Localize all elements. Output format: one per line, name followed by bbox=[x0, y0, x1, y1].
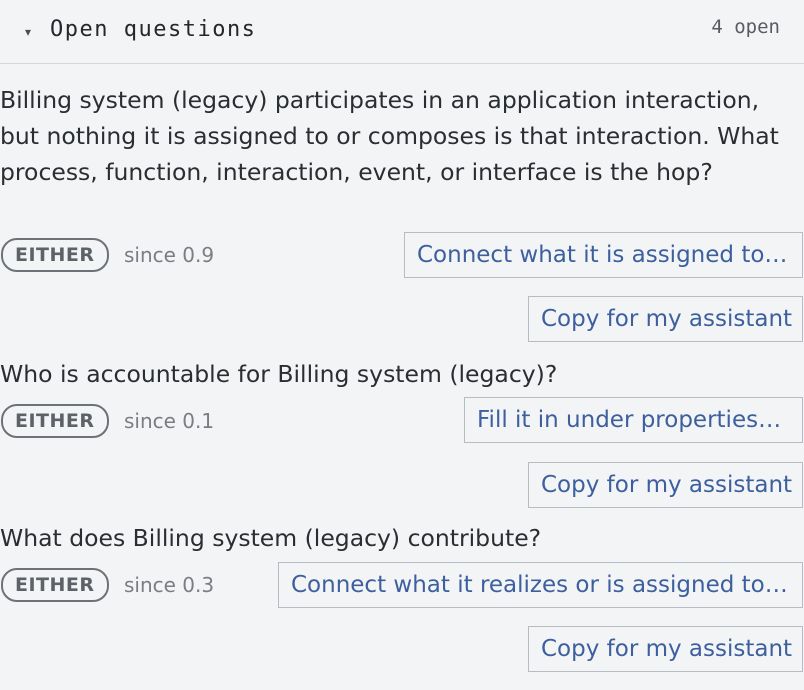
connect-assigned-button[interactable]: Connect what it is assigned to… bbox=[404, 232, 803, 278]
open-questions-header[interactable]: ▾ Open questions 4 open bbox=[0, 0, 804, 64]
copy-for-assistant-button[interactable]: Copy for my assistant bbox=[528, 626, 803, 672]
either-badge: EITHER bbox=[1, 568, 109, 602]
fill-properties-button[interactable]: Fill it in under properties… bbox=[464, 397, 803, 443]
since-version: since 0.3 bbox=[124, 573, 215, 597]
collapse-caret-icon[interactable]: ▾ bbox=[25, 25, 31, 39]
either-badge: EITHER bbox=[1, 238, 109, 272]
panel-title: Open questions bbox=[50, 17, 257, 42]
connect-realizes-button[interactable]: Connect what it realizes or is assigned … bbox=[278, 562, 803, 608]
question-text: What does Billing system (legacy) contri… bbox=[0, 524, 542, 552]
open-count: 4 open bbox=[711, 16, 780, 38]
question-text: Who is accountable for Billing system (l… bbox=[0, 360, 558, 388]
since-version: since 0.1 bbox=[124, 409, 215, 433]
either-badge: EITHER bbox=[1, 404, 109, 438]
copy-for-assistant-button[interactable]: Copy for my assistant bbox=[528, 462, 803, 508]
copy-for-assistant-button[interactable]: Copy for my assistant bbox=[528, 296, 803, 342]
since-version: since 0.9 bbox=[124, 243, 215, 267]
question-text: Billing system (legacy) participates in … bbox=[0, 86, 779, 186]
